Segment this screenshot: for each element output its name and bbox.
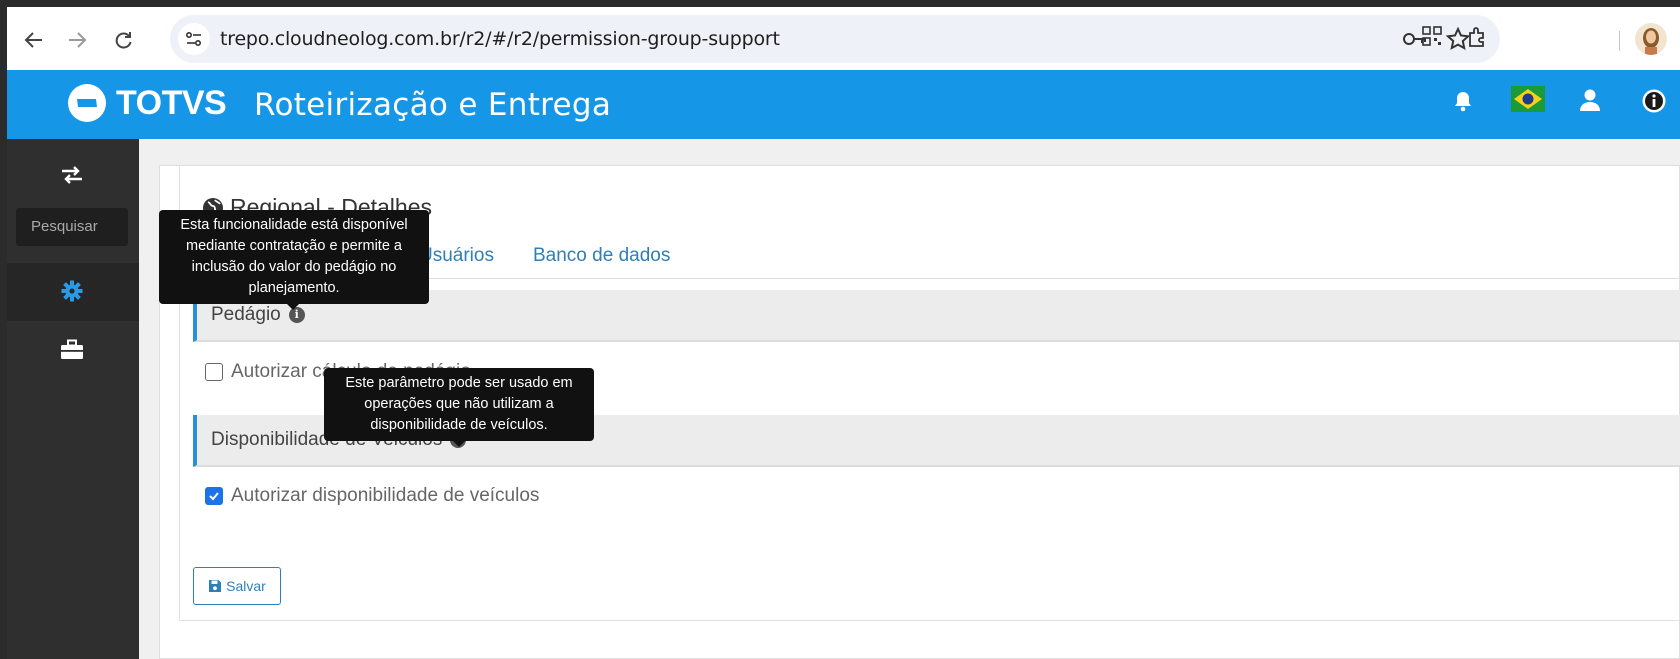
brazil-flag-icon[interactable] <box>1511 86 1545 117</box>
info-circle-icon[interactable] <box>1641 88 1667 119</box>
arrow-right-icon <box>69 32 87 48</box>
disponibilidade-tooltip: Este parâmetro pode ser usado em operaçõ… <box>324 368 594 447</box>
pedagio-tooltip: Esta funcionalidade está disponível medi… <box>159 210 429 310</box>
pedagio-checkbox[interactable] <box>205 363 223 381</box>
checkmark-icon <box>209 492 219 501</box>
pedagio-tooltip-text: Esta funcionalidade está disponível medi… <box>180 217 408 296</box>
site-settings-icon[interactable] <box>178 23 210 55</box>
gear-icon[interactable] <box>61 280 83 307</box>
sidebar-search-input[interactable]: Pesquisar <box>16 208 128 246</box>
logo-text: TOTVS <box>116 83 227 122</box>
arrow-left-icon <box>24 32 42 48</box>
disponibilidade-checkbox-label[interactable]: Autorizar disponibilidade de veículos <box>231 485 539 507</box>
save-button[interactable]: Salvar <box>193 567 281 605</box>
reload-icon <box>115 32 132 49</box>
bell-icon[interactable] <box>1453 90 1473 117</box>
totvs-logo-icon <box>68 84 106 122</box>
tab-banco-de-dados[interactable]: Banco de dados <box>533 245 670 267</box>
back-button[interactable] <box>19 25 49 55</box>
forward-button[interactable] <box>62 25 92 55</box>
user-icon[interactable] <box>1579 88 1601 117</box>
sidebar: Pesquisar <box>7 139 139 659</box>
app-header: TOTVS Roteirização e Entrega <box>7 70 1680 139</box>
section-pedagio-title: Pedágio <box>211 304 281 325</box>
url-text[interactable]: trepo.cloudneolog.com.br/r2/#/r2/permiss… <box>220 28 780 50</box>
reload-button[interactable] <box>108 25 138 55</box>
briefcase-icon[interactable] <box>60 339 84 366</box>
floppy-disk-icon <box>209 580 222 592</box>
extensions-icon[interactable] <box>1466 25 1490 54</box>
disponibilidade-checkbox[interactable] <box>205 487 223 505</box>
address-bar[interactable]: trepo.cloudneolog.com.br/r2/#/r2/permiss… <box>170 15 1500 63</box>
profile-avatar[interactable] <box>1635 23 1667 55</box>
totvs-logo[interactable]: TOTVS <box>66 82 227 124</box>
sidebar-toggle-icon[interactable] <box>60 165 84 190</box>
disponibilidade-checkbox-row[interactable]: Autorizar disponibilidade de veículos <box>205 485 539 507</box>
save-button-label: Salvar <box>226 578 266 594</box>
tab-usuarios[interactable]: Usuários <box>419 245 494 267</box>
toolbar-divider <box>1619 31 1620 51</box>
disponibilidade-tooltip-text: Este parâmetro pode ser usado em operaçõ… <box>345 375 573 433</box>
app-title: Roteirização e Entrega <box>254 87 612 123</box>
qr-code-icon[interactable] <box>1421 25 1443 52</box>
browser-toolbar: trepo.cloudneolog.com.br/r2/#/r2/permiss… <box>7 7 1680 70</box>
